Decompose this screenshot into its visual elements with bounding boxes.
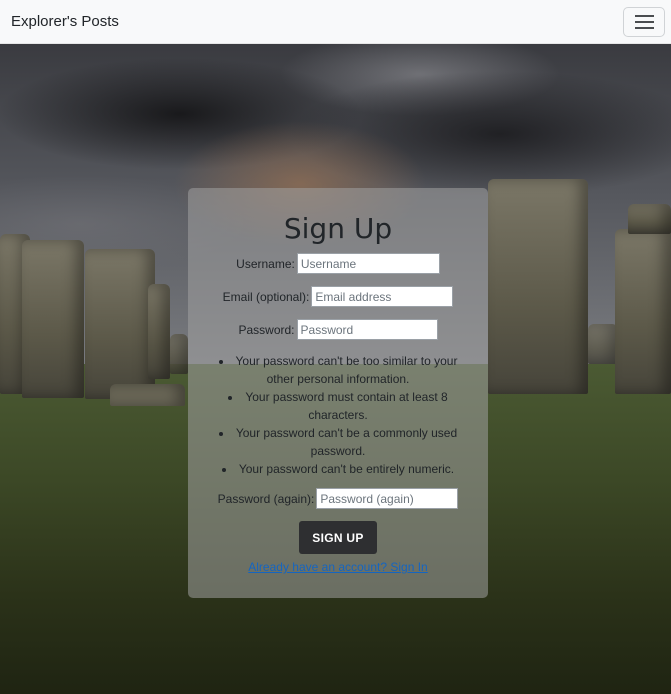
password-row: Password: (238, 319, 438, 340)
password-again-input[interactable] (316, 488, 459, 509)
navbar: Explorer's Posts (0, 0, 671, 44)
email-label: Email (optional): (222, 289, 310, 304)
sign-in-link[interactable]: Already have an account? Sign In (248, 560, 427, 574)
sign-up-button[interactable]: SIGN UP (299, 521, 377, 554)
page-title: Sign Up (283, 212, 393, 245)
hamburger-menu-icon (634, 14, 654, 17)
list-item: Your password can't be a commonly used p… (213, 424, 463, 460)
password-input[interactable] (296, 319, 438, 340)
username-label: Username: (236, 256, 295, 271)
username-input[interactable] (296, 253, 440, 274)
password-requirements-list: Your password can't be too similar to yo… (213, 352, 463, 478)
list-item: Your password can't be entirely numeric. (213, 460, 463, 478)
username-row: Username: (236, 253, 440, 274)
password-again-row: Password (again): (218, 488, 459, 509)
navbar-toggle-button[interactable] (623, 6, 665, 37)
password-again-label: Password (again): (217, 491, 315, 506)
list-item: Your password must contain at least 8 ch… (213, 388, 463, 424)
email-row: Email (optional): (223, 286, 454, 307)
password-label: Password: (238, 322, 295, 337)
navbar-brand[interactable]: Explorer's Posts (11, 13, 119, 30)
list-item: Your password can't be too similar to yo… (213, 352, 463, 388)
email-input[interactable] (311, 286, 454, 307)
signup-card: Sign Up Username: Email (optional): Pass… (188, 188, 488, 598)
